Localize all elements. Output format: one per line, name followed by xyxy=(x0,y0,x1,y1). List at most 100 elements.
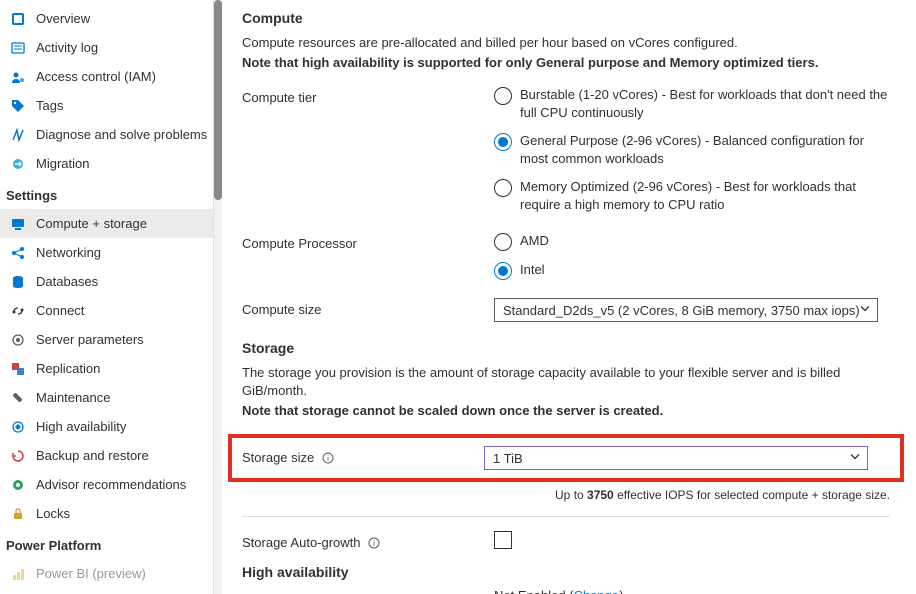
tier-burstable-radio[interactable]: Burstable (1-20 vCores) - Best for workl… xyxy=(494,86,890,122)
gear-icon xyxy=(10,332,26,348)
compute-storage-icon xyxy=(10,216,26,232)
nav-databases[interactable]: Databases xyxy=(0,267,213,296)
chevron-down-icon xyxy=(849,451,861,466)
nav-label: Overview xyxy=(36,11,90,26)
storage-size-row: Storage size i 1 TiB xyxy=(242,446,890,470)
networking-icon xyxy=(10,245,26,261)
radio-icon xyxy=(494,233,512,251)
power-bi-icon xyxy=(10,566,26,582)
nav-compute-storage[interactable]: Compute + storage xyxy=(0,209,213,238)
diagnose-icon xyxy=(10,127,26,143)
ha-title: High availability xyxy=(242,564,890,580)
radio-label: General Purpose (2-96 vCores) - Balanced… xyxy=(520,132,890,168)
nav-label: Advisor recommendations xyxy=(36,477,186,492)
processor-intel-radio[interactable]: Intel xyxy=(494,261,890,280)
ha-label: High availability i xyxy=(242,588,494,594)
info-icon[interactable]: i xyxy=(368,537,380,549)
nav-label: High availability xyxy=(36,419,126,434)
scrollbar-thumb[interactable] xyxy=(214,0,222,200)
compute-size-row: Compute size Standard_D2ds_v5 (2 vCores,… xyxy=(242,298,890,322)
nav-label: Networking xyxy=(36,245,101,260)
nav-connect[interactable]: Connect xyxy=(0,296,213,325)
radio-icon xyxy=(494,179,512,197)
nav-label: Maintenance xyxy=(36,390,110,405)
radio-label: Burstable (1-20 vCores) - Best for workl… xyxy=(520,86,890,122)
compute-size-select[interactable]: Standard_D2ds_v5 (2 vCores, 8 GiB memory… xyxy=(494,298,878,322)
info-icon[interactable]: i xyxy=(322,452,334,464)
activity-log-icon xyxy=(10,40,26,56)
radio-label: Intel xyxy=(520,261,545,279)
ha-change-link[interactable]: Change xyxy=(574,588,620,594)
connect-icon xyxy=(10,303,26,319)
compute-tier-row: Compute tier Burstable (1-20 vCores) - B… xyxy=(242,86,890,224)
nav-label: Server parameters xyxy=(36,332,144,347)
nav-tags[interactable]: Tags xyxy=(0,91,213,120)
compute-title: Compute xyxy=(242,10,890,26)
nav-locks[interactable]: Locks xyxy=(0,499,213,528)
nav-label: Connect xyxy=(36,303,84,318)
nav-backup-restore[interactable]: Backup and restore xyxy=(0,441,213,470)
nav-diagnose[interactable]: Diagnose and solve problems xyxy=(0,120,213,149)
nav-server-parameters[interactable]: Server parameters xyxy=(0,325,213,354)
storage-size-label: Storage size i xyxy=(242,446,484,465)
sidebar-section-settings: Settings xyxy=(0,178,213,209)
nav-label: Migration xyxy=(36,156,89,171)
processor-amd-radio[interactable]: AMD xyxy=(494,232,890,251)
nav-label: Databases xyxy=(36,274,98,289)
storage-desc: The storage you provision is the amount … xyxy=(242,364,890,400)
database-icon xyxy=(10,274,26,290)
nav-networking[interactable]: Networking xyxy=(0,238,213,267)
storage-size-select[interactable]: 1 TiB xyxy=(484,446,868,470)
chevron-down-icon xyxy=(859,303,871,318)
compute-processor-row: Compute Processor AMD Intel xyxy=(242,232,890,290)
nav-access-control[interactable]: Access control (IAM) xyxy=(0,62,213,91)
nav-high-availability[interactable]: High availability xyxy=(0,412,213,441)
sidebar: Overview Activity log Access control (IA… xyxy=(0,0,214,594)
content-panel: Compute Compute resources are pre-alloca… xyxy=(214,0,916,594)
radio-label: Memory Optimized (2-96 vCores) - Best fo… xyxy=(520,178,890,214)
ha-icon xyxy=(10,419,26,435)
content-scroll: Compute Compute resources are pre-alloca… xyxy=(214,0,916,594)
select-value: Standard_D2ds_v5 (2 vCores, 8 GiB memory… xyxy=(503,303,860,318)
storage-autogrow-label: Storage Auto-growth i xyxy=(242,531,494,550)
nav-label: Replication xyxy=(36,361,100,376)
storage-note: Note that storage cannot be scaled down … xyxy=(242,402,890,420)
nav-label: Access control (IAM) xyxy=(36,69,156,84)
backup-icon xyxy=(10,448,26,464)
compute-tier-label: Compute tier xyxy=(242,86,494,105)
separator xyxy=(242,516,890,517)
nav-overview[interactable]: Overview xyxy=(0,4,213,33)
nav-label: Power BI (preview) xyxy=(36,566,146,581)
tier-general-purpose-radio[interactable]: General Purpose (2-96 vCores) - Balanced… xyxy=(494,132,890,168)
ha-row: High availability i Not Enabled (Change) xyxy=(242,588,890,594)
radio-icon xyxy=(494,262,512,280)
storage-autogrow-row: Storage Auto-growth i xyxy=(242,531,890,550)
tier-memory-optimized-radio[interactable]: Memory Optimized (2-96 vCores) - Best fo… xyxy=(494,178,890,214)
nav-label: Activity log xyxy=(36,40,98,55)
overview-icon xyxy=(10,11,26,27)
advisor-icon xyxy=(10,477,26,493)
nav-label: Locks xyxy=(36,506,70,521)
wrench-icon xyxy=(10,390,26,406)
radio-icon xyxy=(494,133,512,151)
scrollbar-track[interactable] xyxy=(214,0,222,594)
compute-desc: Compute resources are pre-allocated and … xyxy=(242,34,890,52)
nav-maintenance[interactable]: Maintenance xyxy=(0,383,213,412)
tag-icon xyxy=(10,98,26,114)
nav-replication[interactable]: Replication xyxy=(0,354,213,383)
nav-activity-log[interactable]: Activity log xyxy=(0,33,213,62)
nav-migration[interactable]: Migration xyxy=(0,149,213,178)
svg-text:i: i xyxy=(327,454,329,463)
storage-size-highlight: Storage size i 1 TiB xyxy=(228,434,904,482)
svg-text:i: i xyxy=(373,539,375,548)
nav-label: Diagnose and solve problems xyxy=(36,127,207,142)
select-value: 1 TiB xyxy=(493,451,523,466)
compute-size-label: Compute size xyxy=(242,298,494,317)
nav-advisor[interactable]: Advisor recommendations xyxy=(0,470,213,499)
access-control-icon xyxy=(10,69,26,85)
storage-autogrow-checkbox[interactable] xyxy=(494,531,512,549)
lock-icon xyxy=(10,506,26,522)
iops-footnote: Up to 3750 effective IOPS for selected c… xyxy=(242,488,890,502)
nav-power-bi[interactable]: Power BI (preview) xyxy=(0,559,213,588)
replication-icon xyxy=(10,361,26,377)
